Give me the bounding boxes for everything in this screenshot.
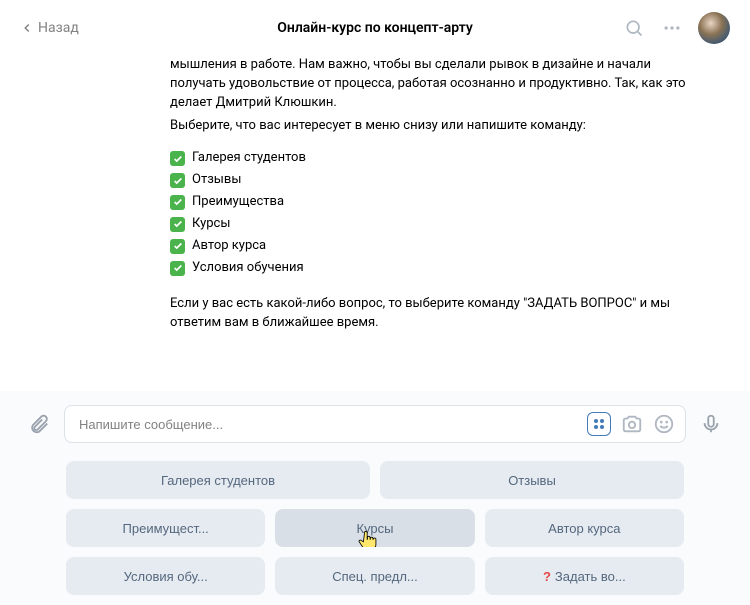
list-item-label: Отзывы xyxy=(192,171,241,190)
avatar[interactable] xyxy=(698,12,730,44)
check-icon xyxy=(170,217,185,232)
message-menu-list: Галерея студентов Отзывы Преимущества Ку… xyxy=(170,149,710,277)
qr-label: Спец. предл... xyxy=(332,569,418,584)
list-item: Курсы xyxy=(170,215,710,234)
search-icon xyxy=(624,18,644,38)
camera-icon xyxy=(621,413,643,435)
qr-advantages[interactable]: Преимущест... xyxy=(66,509,265,547)
search-button[interactable] xyxy=(622,16,646,40)
camera-button[interactable] xyxy=(621,413,643,435)
qr-label: Условия обу... xyxy=(124,569,208,584)
qr-label: Задать во... xyxy=(555,569,626,584)
check-icon xyxy=(170,239,185,254)
voice-button[interactable] xyxy=(698,411,724,437)
qr-special[interactable]: Спец. предл... xyxy=(275,557,474,595)
keyboard-button[interactable] xyxy=(587,412,611,436)
question-mark-icon: ? xyxy=(543,569,551,584)
message-prompt: Выберите, что вас интересует в меню сниз… xyxy=(170,117,710,136)
list-item: Условия обучения xyxy=(170,259,710,278)
qr-author[interactable]: Автор курса xyxy=(485,509,684,547)
list-item: Галерея студентов xyxy=(170,149,710,168)
check-icon xyxy=(170,261,185,276)
emoji-button[interactable] xyxy=(653,413,675,435)
list-item-label: Курсы xyxy=(192,215,230,234)
chat-header: Назад Онлайн-курс по концепт-арту xyxy=(0,0,750,56)
qr-label: Курсы xyxy=(356,521,393,536)
more-button[interactable] xyxy=(660,16,684,40)
back-button[interactable]: Назад xyxy=(20,20,79,36)
qr-label: Преимущест... xyxy=(123,521,209,536)
compose-box xyxy=(64,405,686,443)
list-item: Преимущества xyxy=(170,193,710,212)
qr-terms[interactable]: Условия обу... xyxy=(66,557,265,595)
qr-label: Автор курса xyxy=(548,521,620,536)
quick-reply-grid: Галерея студентов Отзывы Преимущест... К… xyxy=(66,461,684,595)
qr-label: Отзывы xyxy=(508,473,556,488)
message-body: мышления в работе. Нам важно, чтобы вы с… xyxy=(0,56,750,333)
message-outro: Если у вас есть какой-либо вопрос, то вы… xyxy=(170,295,710,333)
qr-gallery[interactable]: Галерея студентов xyxy=(66,461,370,499)
check-icon xyxy=(170,173,185,188)
compose-panel: Галерея студентов Отзывы Преимущест... К… xyxy=(0,391,750,605)
paperclip-icon xyxy=(28,413,50,435)
list-item: Отзывы xyxy=(170,171,710,190)
list-item-label: Автор курса xyxy=(192,237,266,256)
qr-courses[interactable]: Курсы xyxy=(275,509,474,547)
check-icon xyxy=(170,151,185,166)
back-label: Назад xyxy=(38,20,79,36)
check-icon xyxy=(170,195,185,210)
smile-icon xyxy=(653,413,675,435)
qr-reviews[interactable]: Отзывы xyxy=(380,461,684,499)
list-item-label: Преимущества xyxy=(192,193,284,212)
list-item-label: Условия обучения xyxy=(192,259,304,278)
grid-icon xyxy=(594,419,604,429)
chevron-left-icon xyxy=(20,21,34,35)
list-item-label: Галерея студентов xyxy=(192,149,306,168)
list-item: Автор курса xyxy=(170,237,710,256)
mic-icon xyxy=(700,413,722,435)
message-intro: мышления в работе. Нам важно, чтобы вы с… xyxy=(170,56,710,113)
dots-icon xyxy=(662,18,682,38)
message-input[interactable] xyxy=(79,417,579,432)
qr-label: Галерея студентов xyxy=(161,473,275,488)
attach-button[interactable] xyxy=(26,411,52,437)
qr-ask[interactable]: ? Задать во... xyxy=(485,557,684,595)
